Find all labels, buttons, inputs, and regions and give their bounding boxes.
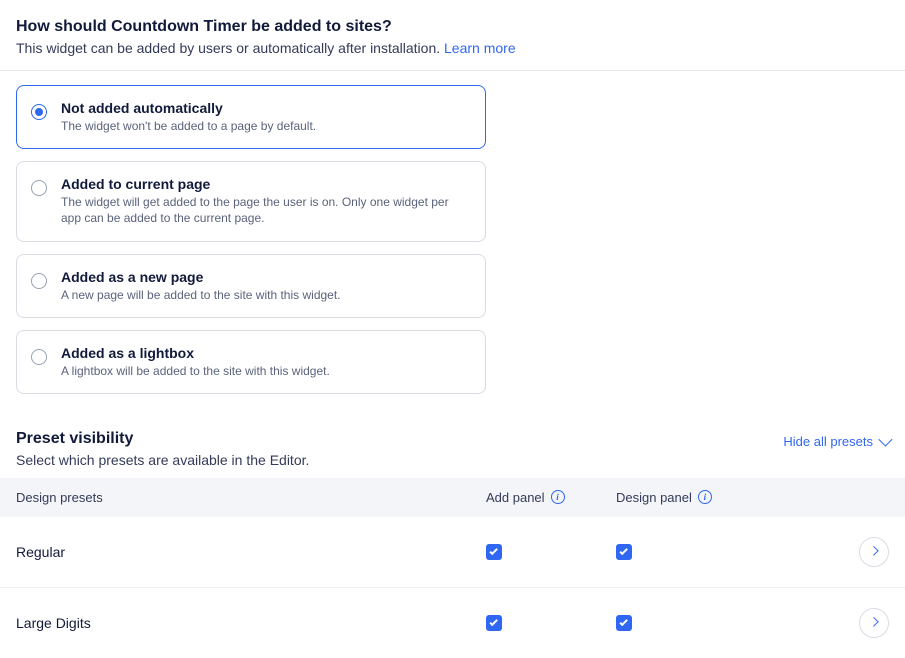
chevron-down-icon [878, 433, 892, 447]
add-panel-checkbox[interactable] [486, 615, 502, 631]
chevron-right-icon [868, 617, 878, 627]
hide-all-presets-button[interactable]: Hide all presets [783, 434, 889, 449]
table-row: Large Digits [0, 588, 905, 658]
learn-more-link[interactable]: Learn more [444, 40, 516, 56]
radio-desc: A new page will be added to the site wit… [61, 287, 341, 303]
row-details-button[interactable] [859, 608, 889, 638]
add-panel-checkbox[interactable] [486, 544, 502, 560]
info-icon[interactable]: i [698, 490, 712, 504]
radio-option-lightbox[interactable]: Added as a lightbox A lightbox will be ad… [16, 330, 486, 394]
preset-name: Large Digits [16, 615, 486, 631]
radio-desc: A lightbox will be added to the site wit… [61, 363, 330, 379]
preset-title: Preset visibility [16, 430, 309, 448]
info-icon[interactable]: i [551, 490, 565, 504]
col-design-panel: Design panel i [616, 490, 766, 505]
installation-title: How should Countdown Timer be added to s… [16, 18, 889, 36]
installation-section: How should Countdown Timer be added to s… [0, 0, 905, 70]
radio-title: Added to current page [61, 176, 467, 192]
preset-header: Preset visibility Select which presets a… [0, 408, 905, 478]
hide-all-presets-label: Hide all presets [783, 434, 873, 449]
design-panel-checkbox[interactable] [616, 544, 632, 560]
radio-title: Not added automatically [61, 100, 316, 116]
preset-table-body: Regular Large Digits [0, 517, 905, 658]
radio-icon [31, 273, 47, 289]
radio-title: Added as a lightbox [61, 345, 330, 361]
table-row: Regular [0, 517, 905, 588]
installation-desc: This widget can be added by users or aut… [16, 40, 889, 56]
radio-desc: The widget won't be added to a page by d… [61, 118, 316, 134]
col-add-panel-label: Add panel [486, 490, 545, 505]
col-design-panel-label: Design panel [616, 490, 692, 505]
col-add-panel: Add panel i [486, 490, 616, 505]
chevron-right-icon [868, 546, 878, 556]
radio-option-current-page[interactable]: Added to current page The widget will get… [16, 161, 486, 241]
installation-desc-text: This widget can be added by users or aut… [16, 40, 444, 56]
design-panel-checkbox[interactable] [616, 615, 632, 631]
radio-icon [31, 180, 47, 196]
installation-options: Not added automatically The widget won't … [0, 71, 905, 400]
radio-icon [31, 349, 47, 365]
preset-desc: Select which presets are available in th… [16, 452, 309, 468]
radio-title: Added as a new page [61, 269, 341, 285]
preset-table-header: Design presets Add panel i Design panel … [0, 478, 905, 517]
radio-icon [31, 104, 47, 120]
row-details-button[interactable] [859, 537, 889, 567]
col-design-presets: Design presets [16, 490, 486, 505]
radio-option-not-auto[interactable]: Not added automatically The widget won't … [16, 85, 486, 149]
preset-name: Regular [16, 544, 486, 560]
radio-desc: The widget will get added to the page th… [61, 194, 467, 226]
radio-option-new-page[interactable]: Added as a new page A new page will be ad… [16, 254, 486, 318]
